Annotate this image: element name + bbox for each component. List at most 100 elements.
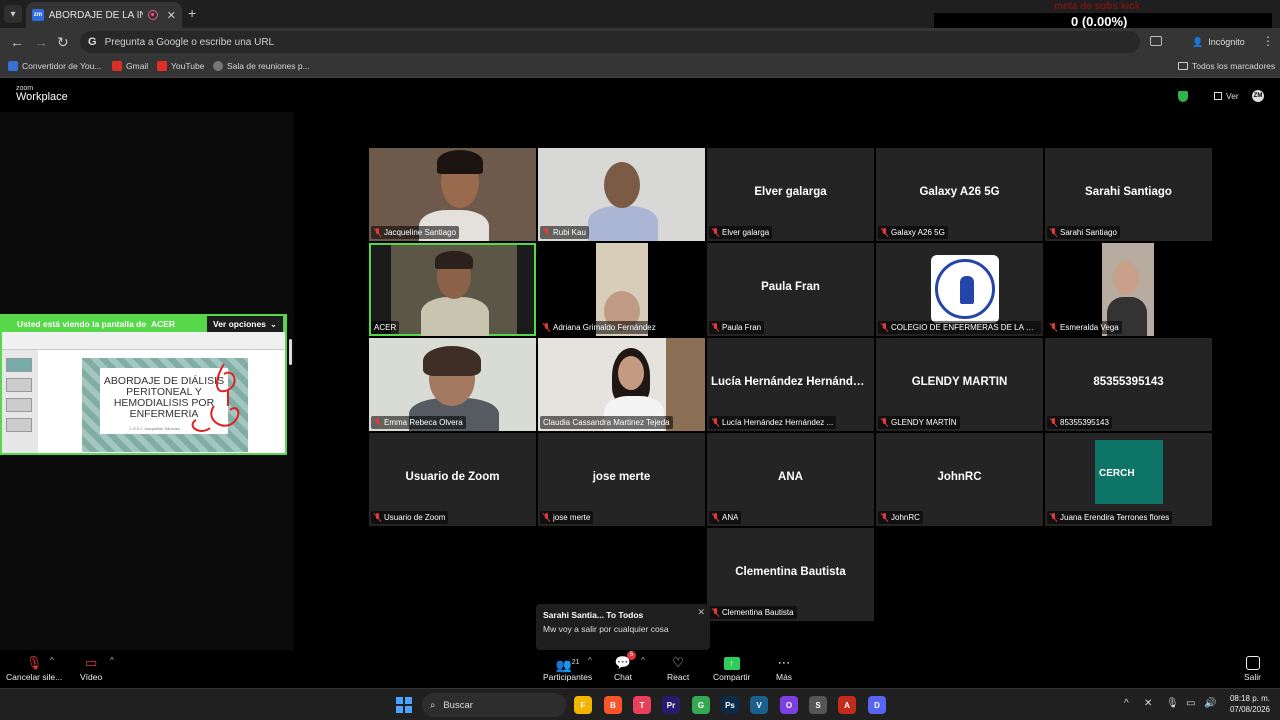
taskbar-app-vegas-icon[interactable]: V: [750, 696, 768, 714]
participant-name-center: ANA: [778, 471, 803, 483]
participant-tile[interactable]: Lucía Hernández Hernández... Lucía Herná…: [707, 338, 874, 431]
participant-tile[interactable]: Rubi Kau: [538, 148, 705, 241]
zoom-logo-main: Workplace: [16, 91, 68, 103]
participant-tile[interactable]: JohnRC JohnRC: [876, 433, 1043, 526]
participant-tile[interactable]: COLEGIO DE ENFERMERAS DE LA CIUD...: [876, 243, 1043, 336]
tray-volume-icon[interactable]: 🔊: [1204, 698, 1216, 709]
view-options-button[interactable]: Ver opciones ⌄: [207, 316, 284, 332]
tray-network-icon[interactable]: ✕: [1144, 698, 1152, 709]
google-icon: G: [88, 36, 97, 48]
participant-name-center: Sarahi Santiago: [1085, 186, 1172, 198]
participant-tile[interactable]: Adriana Grimaldo Fernández: [538, 243, 705, 336]
new-tab-button[interactable]: +: [188, 5, 196, 21]
encryption-shield-icon[interactable]: [1178, 91, 1188, 102]
chat-caret-icon[interactable]: ^: [641, 656, 645, 665]
taskbar-clock[interactable]: 08:18 p. m. 07/08/2026: [1224, 693, 1270, 715]
taskbar-app-explorer-icon[interactable]: F: [574, 696, 592, 714]
browser-menu-icon[interactable]: ⋮: [1262, 34, 1274, 48]
participant-tile[interactable]: 85355395143 85355395143: [1045, 338, 1212, 431]
participant-tile[interactable]: Galaxy A26 5G Galaxy A26 5G: [876, 148, 1043, 241]
participant-tile[interactable]: Jacqueline Santiago: [369, 148, 536, 241]
bookmark-item[interactable]: Convertidor de You...: [8, 61, 101, 71]
participant-tile[interactable]: Paula Fran Paula Fran: [707, 243, 874, 336]
incognito-badge[interactable]: 👤 Incógnito: [1186, 32, 1251, 52]
tab-title: ABORDAJE DE LA INSUFICIEN: [48, 9, 143, 21]
panel-resize-handle[interactable]: [289, 339, 292, 365]
clock-time: 08:18 p. m.: [1229, 694, 1270, 703]
zoom-control-bar: 🎙 Cancelar sile... ^ ▭ Vídeo ^ 👥21 Parti…: [0, 650, 1280, 686]
bookmark-label: YouTube: [171, 61, 205, 71]
video-options-caret-icon[interactable]: ^: [110, 656, 114, 665]
mic-muted-icon: [374, 513, 381, 522]
tray-mic-icon[interactable]: 🎙: [1166, 698, 1179, 709]
react-button[interactable]: ♡ React: [667, 654, 689, 682]
college-logo-ring: [935, 259, 995, 319]
incognito-label: Incógnito: [1208, 37, 1245, 47]
forward-arrow-icon[interactable]: →: [34, 34, 48, 50]
mic-muted-icon: [712, 228, 719, 237]
taskbar-search[interactable]: ⌕ Buscar: [422, 693, 566, 717]
participant-tile-speaking[interactable]: ACER: [369, 243, 536, 336]
participant-tile[interactable]: ANA ANA: [707, 433, 874, 526]
participant-name-label: Sarahi Santiago: [1047, 226, 1120, 239]
participant-face: [604, 162, 640, 208]
participant-tile[interactable]: Emma Rebeca Olvera: [369, 338, 536, 431]
participant-tile[interactable]: CERCH Juana Erendira Terrones flores: [1045, 433, 1212, 526]
participant-tile[interactable]: Elver galarga Elver galarga: [707, 148, 874, 241]
participant-tile[interactable]: Sarahi Santiago Sarahi Santiago: [1045, 148, 1212, 241]
incognito-icon: 👤: [1192, 36, 1204, 47]
close-icon[interactable]: ✕: [697, 607, 705, 618]
taskbar-app-steam-icon[interactable]: S: [809, 696, 827, 714]
share-screen-button[interactable]: ↑ Compartir: [713, 654, 750, 682]
participants-caret-icon[interactable]: ^: [588, 656, 592, 665]
mic-muted-icon: [1050, 228, 1057, 237]
all-bookmarks-button[interactable]: Todos los marcadores: [1178, 61, 1275, 71]
tab-close-icon[interactable]: ✕: [167, 9, 176, 22]
taskbar-app-premiere-icon[interactable]: Pr: [662, 696, 680, 714]
taskbar-app-tiktok-icon[interactable]: T: [633, 696, 651, 714]
participant-tile[interactable]: Claudia Cassandra Martinez Tejeda: [538, 338, 705, 431]
reload-icon[interactable]: ↻: [57, 34, 69, 51]
leave-button[interactable]: Salir: [1244, 654, 1261, 682]
participant-tile[interactable]: GLENDY MARTÍN GLENDY MARTÍN: [876, 338, 1043, 431]
video-button[interactable]: ▭ Vídeo: [80, 654, 102, 682]
participant-tile[interactable]: Clementina Bautista Clementina Bautista: [707, 528, 874, 621]
participant-name-center: Usuario de Zoom: [405, 471, 500, 483]
address-bar[interactable]: G Pregunta a Google o escribe una URL: [80, 31, 1140, 53]
participant-name-label: Elver galarga: [709, 226, 773, 239]
more-button[interactable]: ⋯ Más: [776, 654, 792, 682]
tray-chevron-icon[interactable]: ^: [1124, 698, 1129, 709]
taskbar-app-brave-icon[interactable]: B: [604, 696, 622, 714]
participant-tile[interactable]: Esmeralda Vega: [1045, 243, 1212, 336]
college-logo: [931, 255, 999, 323]
side-panel-icon[interactable]: [1150, 36, 1162, 46]
participants-button[interactable]: 👥21 Participantes: [543, 654, 592, 682]
participant-name-label: Clementina Bautista: [709, 606, 797, 619]
taskbar-app-obs-icon[interactable]: O: [780, 696, 798, 714]
browser-tab-active[interactable]: zm ABORDAJE DE LA INSUFICIEN ✕: [26, 2, 182, 28]
bookmark-item[interactable]: Sala de reuniones p...: [213, 61, 310, 71]
participant-tile[interactable]: Usuario de Zoom Usuario de Zoom: [369, 433, 536, 526]
view-button[interactable]: Ver: [1214, 91, 1239, 101]
bookmark-item[interactable]: YouTube: [157, 61, 204, 71]
participant-name-label: Adriana Grimaldo Fernández: [540, 321, 659, 334]
bookmark-item[interactable]: Gmail: [112, 61, 148, 71]
participant-tile[interactable]: jose merte jose merte: [538, 433, 705, 526]
taskbar-app-photoshop-icon[interactable]: Ps: [721, 696, 739, 714]
taskbar-app-chrome-icon[interactable]: G: [692, 696, 710, 714]
chat-notification[interactable]: Sarahi Santia... To Todos Mw voy a salir…: [536, 604, 710, 650]
bookmarks-bar: Convertidor de You... Gmail YouTube Sala…: [0, 56, 1280, 78]
back-arrow-icon[interactable]: ←: [10, 34, 24, 50]
participant-name-label: jose merte: [540, 511, 594, 524]
slide-subtitle: L.E.E.I. Jacqueline Sánchez: [130, 426, 181, 431]
globe-icon: [213, 61, 223, 71]
user-avatar[interactable]: ZM: [1252, 90, 1264, 102]
windows-start-icon[interactable]: [396, 697, 412, 713]
audio-options-caret-icon[interactable]: ^: [50, 656, 54, 665]
taskbar-app-acrobat-icon[interactable]: A: [838, 696, 856, 714]
folder-icon: [1178, 62, 1188, 70]
tray-display-icon[interactable]: ▭: [1186, 698, 1195, 709]
taskbar-app-discord-icon[interactable]: D: [868, 696, 886, 714]
tab-search-button[interactable]: ▾: [4, 5, 22, 23]
shared-screen-view[interactable]: Usted está viendo la pantalla de ACER Ve…: [0, 314, 287, 455]
